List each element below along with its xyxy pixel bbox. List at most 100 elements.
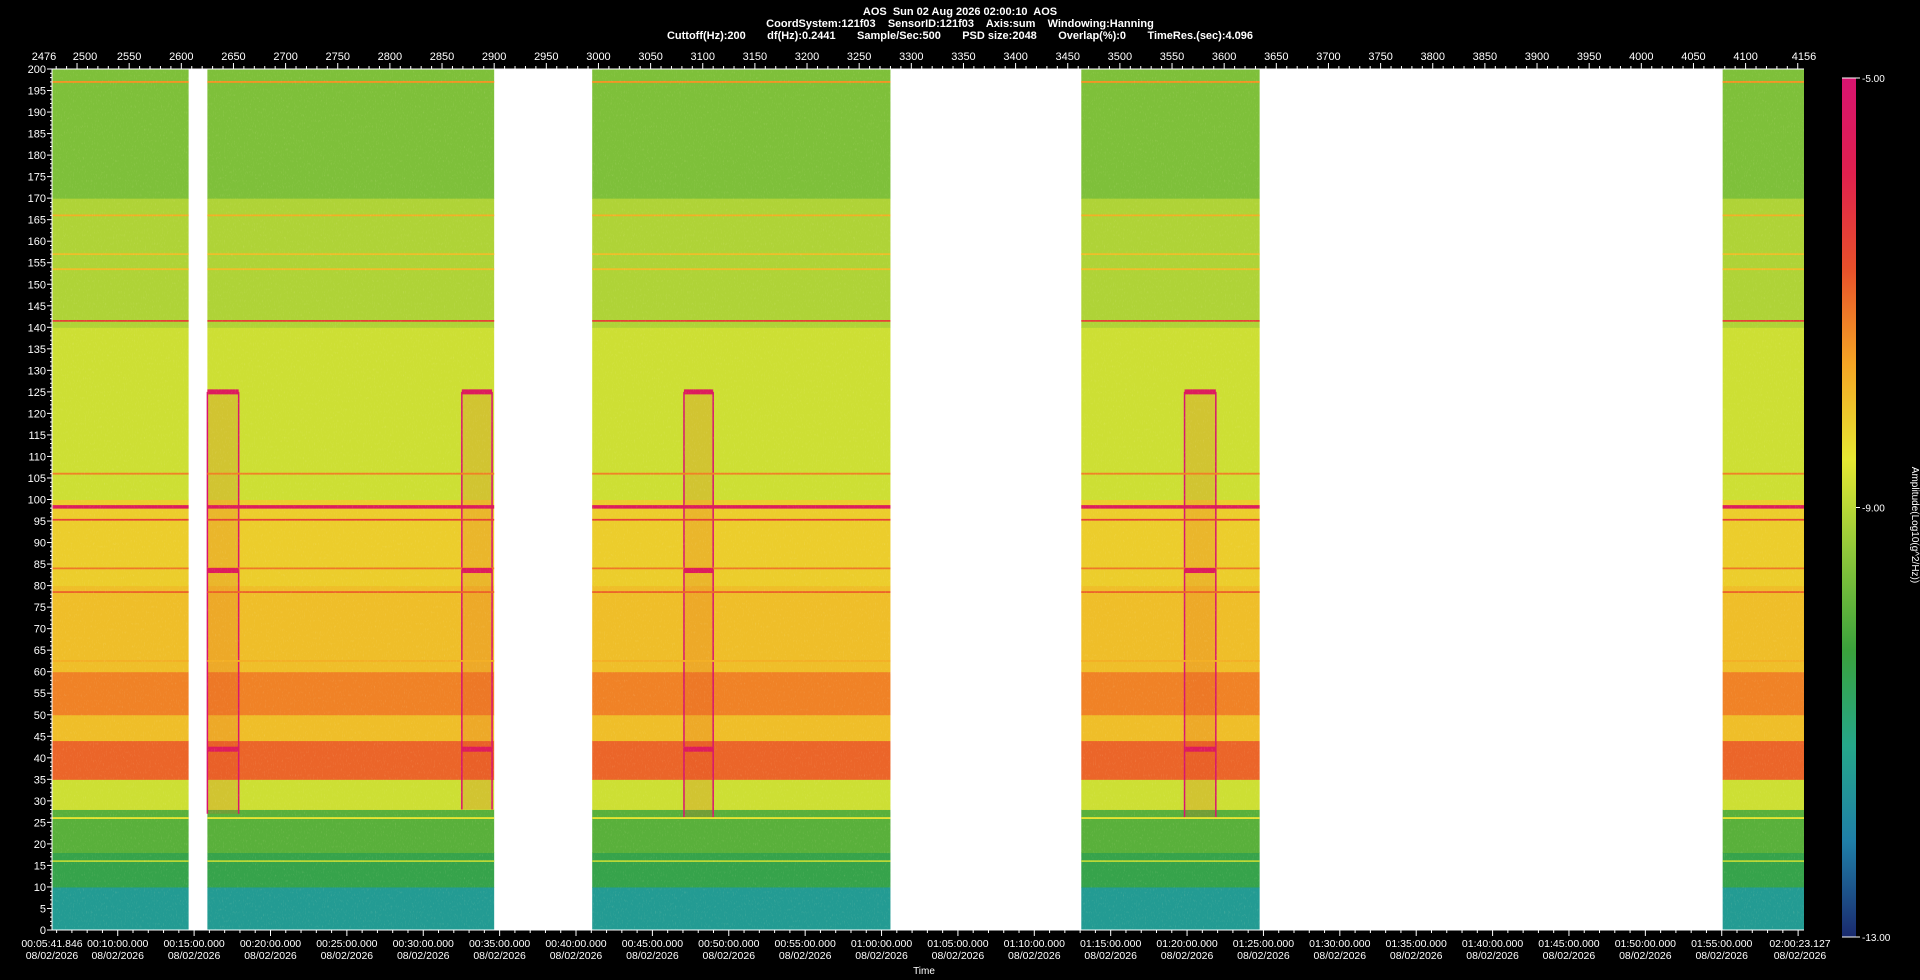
time-tick-label: 01:35:00.000 (1386, 938, 1447, 950)
y-tick-label: 135 (28, 344, 46, 356)
top-tick-label: 2850 (430, 51, 454, 63)
time-tick-date: 08/02/2026 (779, 950, 832, 962)
y-tick-label: 30 (34, 796, 46, 808)
time-tick-label: 00:35:00.000 (469, 938, 530, 950)
time-tick-date: 08/02/2026 (1008, 950, 1061, 962)
time-tick-label: 01:25:00.000 (1233, 938, 1294, 950)
top-tick-label: 3950 (1577, 51, 1601, 63)
top-tick-label: 2650 (221, 51, 245, 63)
top-tick-label: 3250 (847, 51, 871, 63)
time-tick-date: 08/02/2026 (1390, 950, 1443, 962)
segment-texture-2 (592, 69, 891, 930)
time-tick-date: 08/02/2026 (626, 950, 679, 962)
y-tick-label: 65 (34, 645, 46, 657)
time-tick-date: 08/02/2026 (1084, 950, 1137, 962)
time-tick-date: 08/02/2026 (1161, 950, 1214, 962)
y-tick-label: 80 (34, 581, 46, 593)
time-tick-date: 08/02/2026 (1695, 950, 1748, 962)
time-tick-date: 08/02/2026 (244, 950, 297, 962)
colorbar-tick-label: -13.00 (1862, 933, 1891, 944)
top-tick-label: 2476 (32, 51, 56, 63)
top-tick-label: 4050 (1681, 51, 1705, 63)
y-axis: 0 5 10 15 20 25 30 35 40 45 50 55 60 65 70 75 80 85 90 95 10… (28, 64, 53, 937)
top-tick-label: 3600 (1212, 51, 1236, 63)
top-tick-label: 2550 (117, 51, 141, 63)
top-tick-label: 2600 (169, 51, 193, 63)
time-tick-label: 01:20:00.000 (1156, 938, 1217, 950)
y-tick-label: 155 (28, 258, 46, 270)
segment-texture-1 (207, 69, 495, 930)
y-tick-label: 90 (34, 538, 46, 550)
time-tick-label: 01:50:00.000 (1615, 938, 1676, 950)
time-tick-date: 08/02/2026 (1774, 950, 1827, 962)
colorbar: -5.00 -9.00 -13.00 (1842, 74, 1891, 944)
spectrogram-chart[interactable]: 0 5 10 15 20 25 30 35 40 45 50 55 60 65 70 75 80 85 90 95 10… (0, 0, 1920, 980)
y-tick-label: 180 (28, 150, 46, 162)
time-tick-date: 08/02/2026 (1619, 950, 1672, 962)
time-tick-label: 00:50:00.000 (698, 938, 759, 950)
y-tick-label: 195 (28, 86, 46, 98)
time-tick-label: 00:55:00.000 (775, 938, 836, 950)
top-tick-label: 3100 (691, 51, 715, 63)
y-tick-label: 160 (28, 236, 46, 248)
colorbar-tick-label: -9.00 (1862, 504, 1885, 515)
y-tick-label: 60 (34, 667, 46, 679)
top-tick-label: 4100 (1733, 51, 1757, 63)
time-tick-date: 08/02/2026 (321, 950, 374, 962)
y-tick-label: 170 (28, 193, 46, 205)
y-tick-label: 200 (28, 64, 46, 76)
segment-texture-0 (52, 69, 189, 930)
y-tick-label: 105 (28, 473, 46, 485)
time-tick-date: 08/02/2026 (397, 950, 450, 962)
top-tick-label: 3850 (1473, 51, 1497, 63)
top-tick-label: 2500 (73, 51, 97, 63)
colorbar-tick-label: -5.00 (1862, 74, 1885, 85)
top-axis: 2476 2500 2550 2600 2650 2700 2750 2800 2850 2900… (32, 51, 1816, 70)
top-tick-label: 3200 (795, 51, 819, 63)
y-tick-label: 110 (28, 451, 46, 463)
y-tick-label: 75 (34, 602, 46, 614)
top-tick-label: 3650 (1264, 51, 1288, 63)
time-tick-label: 01:40:00.000 (1462, 938, 1523, 950)
y-tick-label: 5 (40, 903, 46, 915)
top-tick-label: 2750 (326, 51, 350, 63)
time-tick-date: 08/02/2026 (168, 950, 221, 962)
time-tick-date: 08/02/2026 (550, 950, 603, 962)
time-tick-label: 01:55:00.000 (1691, 938, 1752, 950)
y-tick-label: 35 (34, 774, 46, 786)
y-tick-label: 70 (34, 624, 46, 636)
segment-texture-3 (1081, 69, 1260, 930)
y-tick-label: 125 (28, 387, 46, 399)
top-tick-label: 3300 (899, 51, 923, 63)
top-tick-label: 3050 (638, 51, 662, 63)
time-tick-label: 00:30:00.000 (393, 938, 454, 950)
top-tick-label: 3350 (951, 51, 975, 63)
time-tick-date: 08/02/2026 (26, 950, 79, 962)
y-tick-label: 40 (34, 753, 46, 765)
y-tick-label: 55 (34, 688, 46, 700)
y-tick-label: 15 (34, 860, 46, 872)
y-tick-label: 130 (28, 365, 46, 377)
y-tick-label: 25 (34, 817, 46, 829)
time-tick-date: 08/02/2026 (1543, 950, 1596, 962)
top-tick-label: 3450 (1056, 51, 1080, 63)
top-tick-label: 3750 (1368, 51, 1392, 63)
time-tick-label: 00:25:00.000 (316, 938, 377, 950)
top-tick-label: 2900 (482, 51, 506, 63)
y-tick-label: 120 (28, 408, 46, 420)
y-tick-label: 150 (28, 279, 46, 291)
top-tick-label: 3000 (586, 51, 610, 63)
y-tick-label: 95 (34, 516, 46, 528)
top-tick-label: 3700 (1316, 51, 1340, 63)
time-tick-date: 08/02/2026 (855, 950, 908, 962)
colorbar-gradient (1842, 78, 1856, 937)
time-tick-date: 08/02/2026 (91, 950, 144, 962)
y-tick-label: 45 (34, 731, 46, 743)
time-tick-label: 00:40:00.000 (545, 938, 606, 950)
time-tick-label: 01:30:00.000 (1309, 938, 1370, 950)
time-tick-label: 01:15:00.000 (1080, 938, 1141, 950)
time-tick-date: 08/02/2026 (1466, 950, 1519, 962)
time-tick-date: 08/02/2026 (473, 950, 526, 962)
y-tick-label: 185 (28, 129, 46, 141)
y-tick-label: 175 (28, 172, 46, 184)
